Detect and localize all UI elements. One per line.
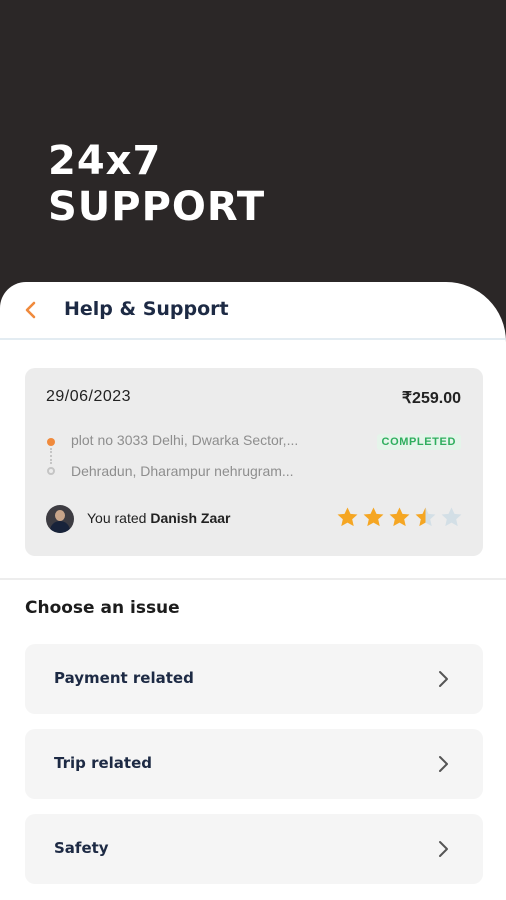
rating-text: You rated Danish Zaar: [87, 510, 230, 526]
driver-avatar: [46, 505, 74, 533]
ride-date: 29/06/2023: [46, 388, 132, 405]
issue-label: Payment related: [54, 669, 194, 687]
star-icon: [441, 507, 462, 527]
issue-item-safety[interactable]: Safety: [25, 814, 483, 884]
back-button[interactable]: [18, 296, 46, 324]
hero-title-line-2: SUPPORT: [48, 184, 266, 230]
pickup-address: plot no 3033 Delhi, Dwarka Sector,...: [71, 432, 299, 448]
star-icon: [363, 507, 384, 527]
avatar-face: [55, 510, 65, 521]
support-sheet: Help & Support 29/06/2023 ₹259.00 plot n…: [0, 282, 506, 900]
issue-label: Safety: [54, 839, 109, 857]
chevron-right-icon: [439, 841, 448, 857]
chevron-right-icon: [439, 671, 448, 687]
drop-dot-icon: [47, 467, 55, 475]
star-icon: [415, 507, 436, 527]
hero-banner: 24x7 SUPPORT: [0, 0, 506, 300]
driver-name: Danish Zaar: [150, 510, 231, 526]
issue-item-trip[interactable]: Trip related: [25, 729, 483, 799]
hero-title-line-1: 24x7: [48, 138, 162, 184]
hero-title: 24x7 SUPPORT: [48, 138, 265, 230]
chevron-right-icon: [439, 756, 448, 772]
chevron-left-icon: [25, 301, 36, 319]
issue-item-payment[interactable]: Payment related: [25, 644, 483, 714]
pickup-dot-icon: [47, 438, 55, 446]
route-connector: [50, 448, 52, 464]
status-badge: COMPLETED: [376, 434, 461, 450]
page-header: Help & Support: [0, 282, 506, 340]
rating-prefix: You rated: [87, 510, 147, 526]
rating-stars: [336, 506, 463, 529]
issue-label: Trip related: [54, 754, 152, 772]
drop-address: Dehradun, Dharampur nehrugram...: [71, 463, 294, 479]
ride-price: ₹259.00: [401, 390, 461, 407]
issues-heading: Choose an issue: [25, 598, 180, 618]
page-title: Help & Support: [64, 298, 229, 320]
section-divider: [0, 578, 506, 580]
star-icon: [337, 507, 358, 527]
ride-summary-card[interactable]: 29/06/2023 ₹259.00 plot no 3033 Delhi, D…: [25, 368, 483, 556]
star-icon: [389, 507, 410, 527]
avatar-body: [50, 521, 70, 533]
